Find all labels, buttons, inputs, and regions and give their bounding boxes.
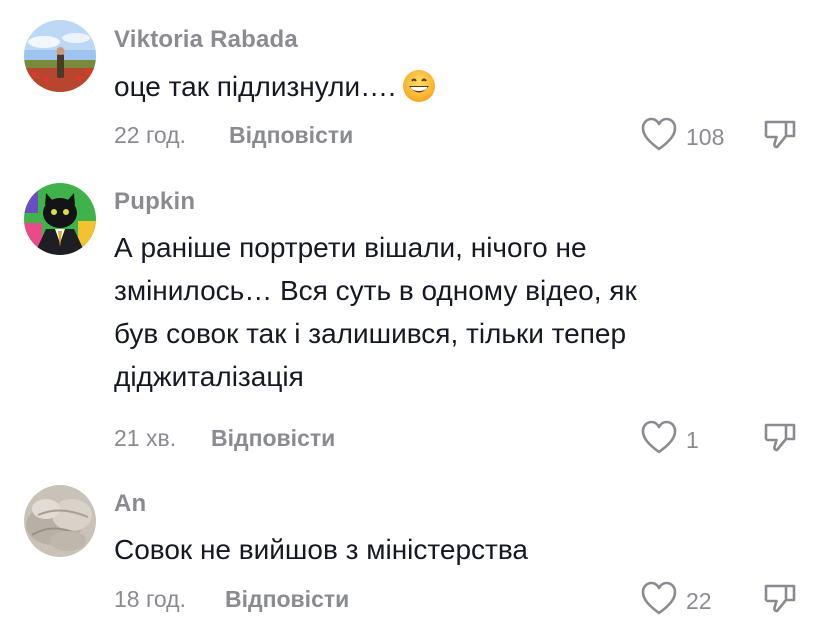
dislike-button[interactable] [762,580,798,621]
comment-text-body: оце так підлизнули…. [114,71,396,102]
thumbs-down-icon [762,120,798,156]
username[interactable]: Pupkin [114,188,195,216]
comment-item: Viktoria Rabada оце так підлизнули…. 22 … [0,0,828,175]
avatar[interactable] [24,183,96,255]
reply-button[interactable]: Відповісти [229,122,353,149]
heart-icon [640,580,678,622]
grinning-face-icon [402,69,436,115]
comment-text: оце так підлизнули…. [114,65,658,115]
timestamp: 21 хв. [114,425,177,451]
comment-text: А раніше портрети вішали, нічого не змін… [114,232,637,392]
like-count: 1 [686,426,699,453]
like-button[interactable]: 108 [640,116,724,158]
like-count: 22 [686,587,712,614]
thumbs-down-icon [762,584,798,620]
like-button[interactable]: 22 [640,580,712,622]
username[interactable]: An [114,490,146,518]
heart-icon [640,419,678,461]
comment-item: Pupkin А раніше портрети вішали, нічого … [0,175,828,480]
comment-item: An Совок не вийшов з міністерства 18 год… [0,480,828,635]
reply-button[interactable]: Відповісти [211,425,335,452]
like-count: 108 [686,123,725,150]
avatar[interactable] [24,485,96,557]
dislike-button[interactable] [762,419,798,460]
timestamp: 22 год. [114,122,186,148]
reply-button[interactable]: Відповісти [225,586,349,613]
heart-icon [640,116,678,158]
avatar[interactable] [24,20,96,92]
username[interactable]: Viktoria Rabada [114,26,298,54]
like-button[interactable]: 1 [640,419,699,461]
dislike-button[interactable] [762,116,798,157]
timestamp: 18 год. [114,586,186,612]
comment-text: Совок не вийшов з міністерства [114,534,528,565]
thumbs-down-icon [762,423,798,459]
